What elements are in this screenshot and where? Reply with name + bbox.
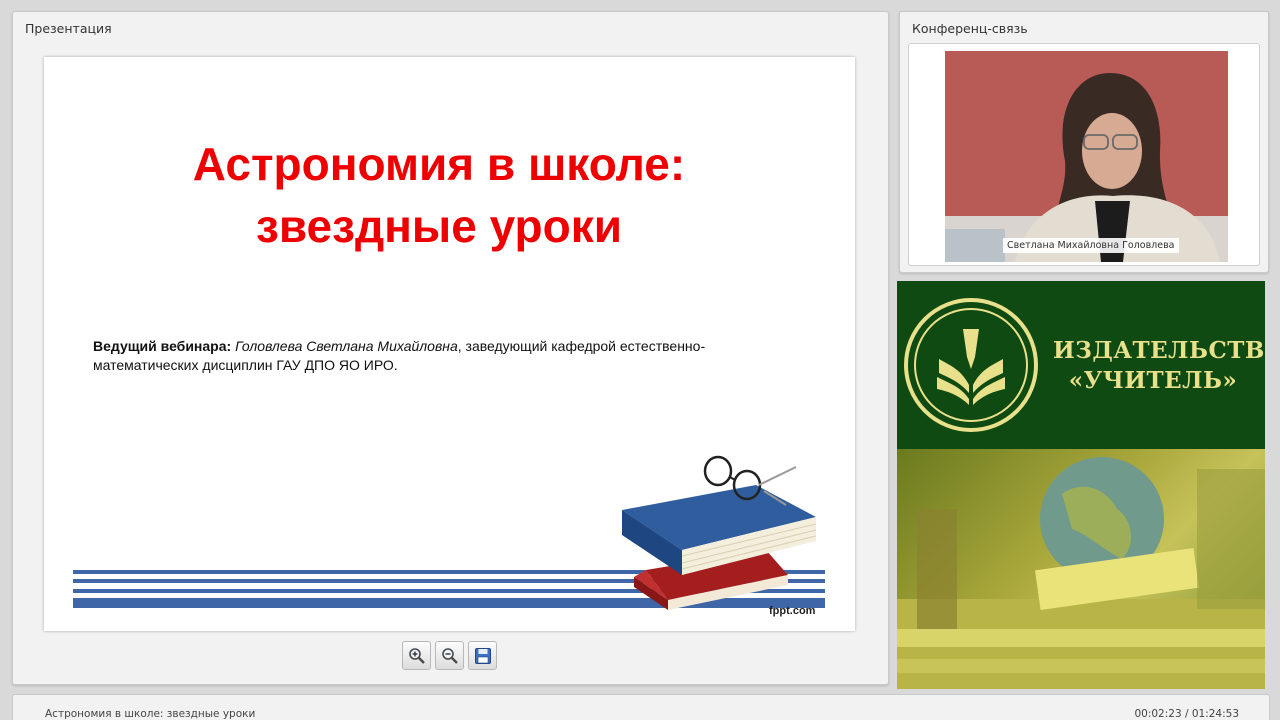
zoom-out-button[interactable] (435, 641, 464, 670)
publisher-banner-header: ИЗДАТЕЛЬСТВО «УЧИТЕЛЬ» (897, 281, 1265, 449)
publisher-logo-icon (904, 298, 1038, 432)
host-description-2: математических дисциплин ГАУ ДПО ЯО ИРО. (93, 357, 398, 373)
publisher-name: ИЗДАТЕЛЬСТВО «УЧИТЕЛЬ» (1053, 336, 1265, 396)
slide-title: Астрономия в школе: звездные уроки (44, 133, 834, 257)
publisher-banner[interactable]: ИЗДАТЕЛЬСТВО «УЧИТЕЛЬ» (897, 281, 1265, 689)
conference-panel-title: Конференц-связь (912, 21, 1028, 36)
publisher-name-line-2: «УЧИТЕЛЬ» (1068, 367, 1238, 394)
slide-host-info: Ведущий вебинара: Головлева Светлана Мих… (93, 337, 773, 375)
participant-video[interactable]: Светлана Михайловна Головлева (945, 51, 1228, 262)
playback-time: 00:02:23 / 01:24:53 (1134, 708, 1239, 720)
conference-panel: Конференц-связь Светлана Михайловна Голо… (899, 11, 1269, 273)
footer-bar: Астрономия в школе: звездные уроки 00:02… (12, 694, 1270, 720)
host-description-1: , заведующий кафедрой естественно- (457, 338, 706, 354)
zoom-out-icon (441, 647, 458, 664)
zoom-in-button[interactable] (402, 641, 431, 670)
save-button[interactable] (468, 641, 497, 670)
presentation-panel: Презентация Астрономия в школе: звездные… (12, 11, 889, 685)
participant-name-tag: Светлана Михайловна Головлева (1003, 238, 1179, 253)
participant-figure (945, 51, 1228, 262)
floppy-disk-icon (474, 647, 491, 664)
slide-toolbar (402, 641, 497, 670)
host-label: Ведущий вебинара: (93, 338, 232, 354)
slide-title-line-1: Астрономия в школе: (192, 138, 686, 190)
books-and-glasses-illustration (622, 455, 817, 610)
globe-and-books-image (897, 457, 1265, 689)
footer-webinar-title: Астрономия в школе: звездные уроки (45, 708, 256, 720)
host-name: Головлева Светлана Михайловна (235, 338, 458, 354)
publisher-banner-image (897, 449, 1265, 689)
publisher-name-line-1: ИЗДАТЕЛЬСТВО (1053, 337, 1265, 364)
presentation-slide: Астрономия в школе: звездные уроки Ведущ… (44, 57, 855, 631)
zoom-in-icon (408, 647, 425, 664)
presentation-panel-title: Презентация (25, 21, 112, 36)
slide-watermark: fppt.com (769, 605, 816, 617)
slide-title-line-2: звездные уроки (255, 200, 623, 252)
video-frame: Светлана Михайловна Головлева (908, 43, 1260, 266)
